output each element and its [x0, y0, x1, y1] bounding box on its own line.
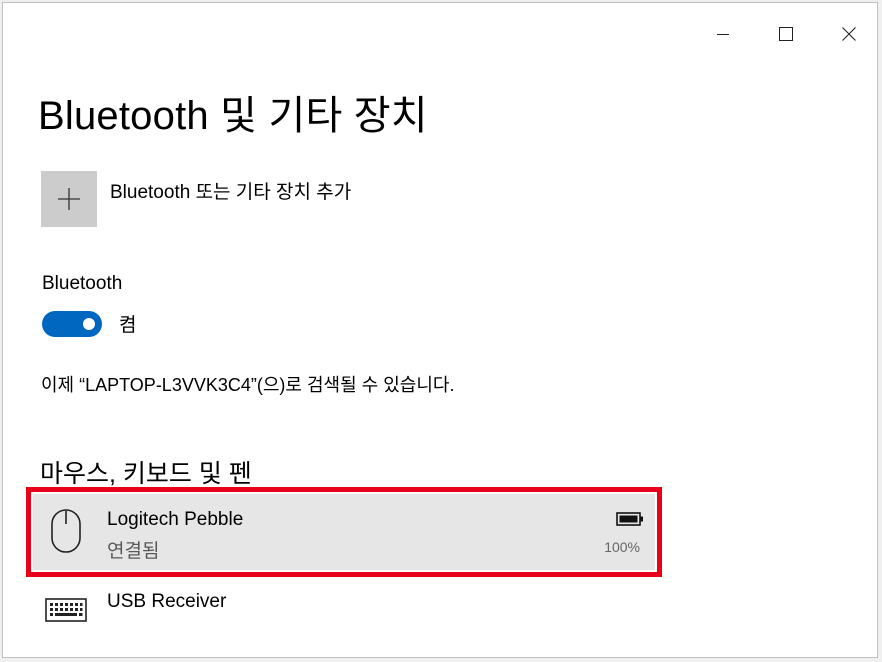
battery-percentage: 100%: [604, 539, 640, 555]
bluetooth-toggle[interactable]: [42, 310, 102, 337]
close-button[interactable]: [826, 13, 872, 55]
add-device-button[interactable]: Bluetooth 또는 기타 장치 추가: [41, 171, 351, 227]
maximize-icon: [779, 27, 793, 41]
maximize-button[interactable]: [763, 13, 809, 55]
device-name: USB Receiver: [107, 591, 227, 612]
add-device-tile[interactable]: [41, 171, 97, 227]
bluetooth-toggle-state: 켬: [119, 315, 137, 336]
bluetooth-heading: Bluetooth: [42, 273, 123, 294]
minimize-button[interactable]: [700, 13, 746, 55]
battery-icon: [616, 512, 643, 526]
device-item-usb-receiver[interactable]: USB Receiver: [26, 581, 662, 641]
device-item-logitech-pebble[interactable]: Logitech Pebble 연결됨 100%: [26, 487, 662, 577]
device-status: 연결됨: [107, 541, 160, 562]
device-name: Logitech Pebble: [107, 509, 244, 530]
settings-window: Bluetooth 및 기타 장치 Bluetooth 또는 기타 장치 추가 …: [2, 2, 878, 658]
bluetooth-toggle-row: 켬: [42, 310, 136, 337]
page-title: Bluetooth 및 기타 장치: [38, 94, 428, 138]
plus-icon: [58, 188, 80, 210]
section-heading: 마우스, 키보드 및 펜: [40, 460, 252, 488]
close-icon: [842, 27, 856, 41]
mouse-icon: [51, 509, 81, 553]
discoverable-text: 이제 “LAPTOP-L3VVK3C4”(으)로 검색될 수 있습니다.: [41, 375, 455, 395]
minimize-icon: [717, 34, 729, 35]
keyboard-icon: [45, 598, 87, 622]
toggle-knob: [83, 317, 95, 330]
add-device-label: Bluetooth 또는 기타 장치 추가: [110, 182, 352, 203]
